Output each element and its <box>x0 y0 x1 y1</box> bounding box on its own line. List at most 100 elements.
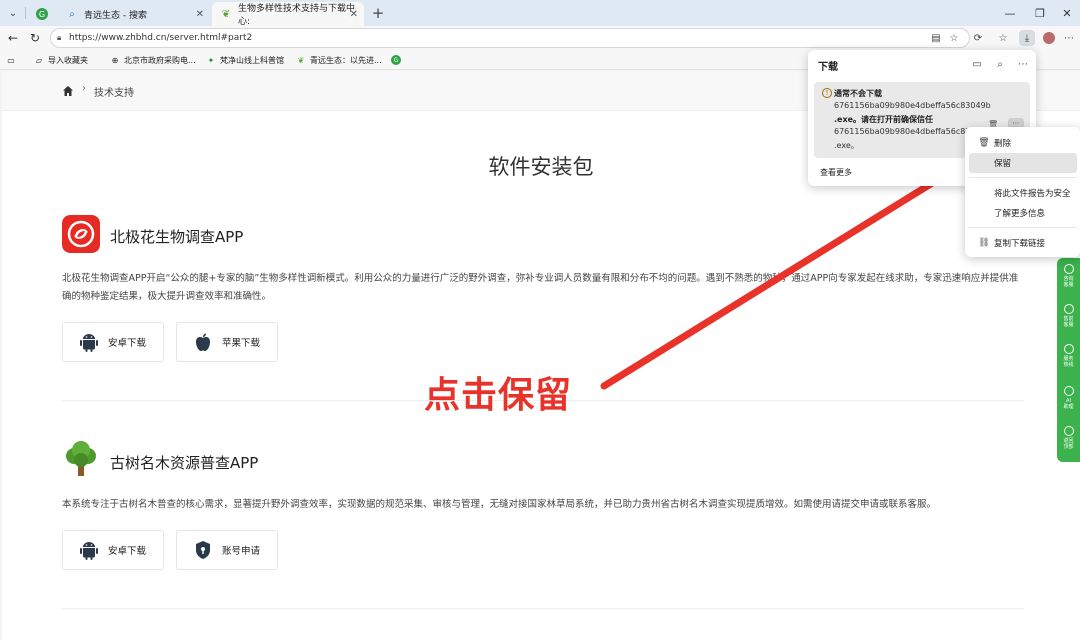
minimize-icon[interactable]: — <box>1001 4 1019 22</box>
open-folder-icon[interactable]: ▭ <box>970 57 984 71</box>
search-icon: ⌕ <box>69 8 75 20</box>
sidebar-label: AI 助理 <box>1063 398 1074 410</box>
menu-label: 复制下载链接 <box>994 239 1046 249</box>
menu-item-copy-link[interactable]: ⛓︎ 复制下载链接 <box>969 233 1077 253</box>
tab-title: 青远生态 - 搜索 <box>84 10 147 21</box>
arrow-up-icon <box>1063 426 1074 436</box>
phone-icon <box>1063 344 1074 354</box>
tab-actions-menu-button[interactable]: ⌄ <box>4 4 22 22</box>
bookmark-qingyuan[interactable]: ❦ 青远生态：以先进... <box>296 53 382 67</box>
lock-icon: 🔒︎ <box>57 33 62 42</box>
menu-label: 了解更多信息 <box>994 209 1046 219</box>
service-sidebar: 咨询 客服 售前 客服 服务 热线 AI 助理 返回 顶部 <box>1057 258 1080 462</box>
back-to-top-button[interactable]: 返回 顶部 <box>1057 422 1080 456</box>
sidebar-label: 咨询 客服 <box>1063 276 1074 288</box>
menu-item-delete[interactable]: 🗑︎ 删除 <box>969 133 1077 153</box>
chevron-down-icon: ⌄ <box>8 7 18 19</box>
bookmark-gov[interactable]: ⊕ 北京市政府采购电... <box>110 53 196 67</box>
menu-label: 删除 <box>994 139 1012 149</box>
ai-icon <box>1063 386 1074 396</box>
tree-app-icon <box>66 441 96 476</box>
green-site-icon: G <box>391 55 401 65</box>
chevron-right-icon: › <box>82 83 86 94</box>
warning-icon: ! <box>822 88 832 98</box>
more-icon[interactable]: ⋯ <box>1016 57 1030 71</box>
favorite-star-icon[interactable]: ☆ <box>946 30 962 46</box>
folder-import-icon: ▱ <box>35 55 43 65</box>
download-context-menu: 🗑︎ 删除 保留 将此文件报告为安全 了解更多信息 ⛓︎ 复制下载链接 <box>965 127 1080 257</box>
file-line: .exe。 <box>834 141 859 150</box>
bookmark-label: 青远生态：以先进... <box>310 55 382 65</box>
menu-item-keep[interactable]: 保留 <box>969 153 1077 173</box>
breadcrumb-current: 技术支持 <box>94 88 134 99</box>
menu-item-learn-more[interactable]: 了解更多信息 <box>969 203 1077 223</box>
close-icon[interactable]: ✕ <box>196 9 204 20</box>
button-label: 账号申请 <box>222 546 261 557</box>
menu-label: 将此文件报告为安全 <box>994 189 1071 199</box>
close-window-icon[interactable]: ✕ <box>1058 4 1076 22</box>
tab-separator <box>25 7 26 19</box>
sidebar-label: 服务 热线 <box>1063 356 1074 368</box>
warning-title: 通常不会下载 <box>834 89 882 98</box>
globe-icon: ⊕ <box>111 55 119 65</box>
bookmark-label: 导入收藏夹 <box>48 55 88 65</box>
url-text: https://www.zhbhd.cn/server.html#part2 <box>69 33 253 43</box>
bookmark-import[interactable]: ▱ 导入收藏夹 <box>34 53 88 67</box>
android-icon <box>76 538 102 562</box>
green-site-icon: G <box>36 8 48 20</box>
bookmark-green[interactable]: G <box>391 53 405 67</box>
tab-active[interactable]: ❦ 生物多样性技术支持与下载中心: ✕ <box>212 2 364 27</box>
file-line: 6761156ba09b980e4dbeffa56c830 <box>834 127 976 136</box>
restore-icon[interactable]: ❐ <box>1031 4 1049 22</box>
menu-label: 保留 <box>994 159 1012 169</box>
new-tab-button[interactable]: + <box>369 4 387 22</box>
leaf-icon: ❦ <box>221 8 231 20</box>
extensions-icon[interactable]: ⟳ <box>970 30 986 46</box>
refresh-icon[interactable]: ↻ <box>26 29 44 47</box>
button-label: 安卓下载 <box>108 338 147 349</box>
sidebar-label: 售前 客服 <box>1063 316 1074 328</box>
close-icon[interactable]: ✕ <box>350 9 358 20</box>
downloads-icon[interactable]: ⤓ <box>1019 30 1035 46</box>
see-more-link[interactable]: 查看更多 <box>820 167 852 178</box>
presale-service-button[interactable]: 售前 客服 <box>1057 300 1080 334</box>
annotation-text: 点击保留 <box>424 375 573 416</box>
tab-search[interactable]: ⌕ 青远生态 - 搜索 ✕ <box>58 2 210 26</box>
hotline-button[interactable]: 服务 热线 <box>1057 340 1080 374</box>
android-download-button[interactable]: 安卓下载 <box>62 322 164 362</box>
link-icon: ⛓︎ <box>978 238 990 248</box>
apple-download-button[interactable]: 苹果下载 <box>176 322 278 362</box>
app-description: 北极花生物调查APP开启“公众的腿+专家的脑”生物多样性调新模式。利用公众的力量… <box>62 273 1019 302</box>
trash-icon: 🗑︎ <box>978 138 990 148</box>
bookmark-bar-icon: ▭ <box>7 55 15 65</box>
menu-item-report-safe[interactable]: 将此文件报告为安全 <box>969 183 1077 203</box>
ai-assistant-button[interactable]: AI 助理 <box>1057 382 1080 416</box>
tab-pinned[interactable]: G <box>28 2 54 26</box>
more-menu-icon[interactable]: ⋯ <box>1061 30 1077 46</box>
profile-avatar-icon[interactable] <box>1041 30 1057 46</box>
sidebar-label: 返回 顶部 <box>1063 438 1074 450</box>
search-icon[interactable]: ⌕ <box>993 57 1007 71</box>
button-label: 苹果下载 <box>222 338 261 349</box>
app-description: 本系统专注于古树名木普查的核心需求，显著提升野外调查效率，实现数据的规范采集、审… <box>62 499 937 510</box>
apple-icon <box>190 330 216 354</box>
android-icon <box>76 330 102 354</box>
favorites-icon[interactable]: ☆ <box>995 30 1011 46</box>
bookmark-fanjingshan[interactable]: ✦ 梵净山线上科普馆 <box>206 53 284 67</box>
shield-icon <box>190 538 216 562</box>
file-line: 6761156ba09b980e4dbeffa56c83049b <box>834 101 991 110</box>
consult-service-button[interactable]: 咨询 客服 <box>1057 260 1080 294</box>
account-apply-button[interactable]: 账号申请 <box>176 530 278 570</box>
reader-mode-icon[interactable]: ▤ <box>928 30 944 46</box>
app-name: 古树名木资源普查APP <box>110 454 259 472</box>
home-icon[interactable] <box>62 85 74 97</box>
section-divider <box>62 608 1024 609</box>
bookmark-toggle[interactable]: ▭ <box>6 53 20 67</box>
android-download-button[interactable]: 安卓下载 <box>62 530 164 570</box>
address-bar[interactable]: 🔒︎ https://www.zhbhd.cn/server.html#part… <box>50 28 970 48</box>
menu-divider <box>969 177 1077 178</box>
bjh-app-icon <box>62 215 100 253</box>
back-icon[interactable]: ← <box>4 29 22 47</box>
chat-bubble-icon <box>1063 304 1074 314</box>
leaf-icon: ❦ <box>297 55 305 65</box>
